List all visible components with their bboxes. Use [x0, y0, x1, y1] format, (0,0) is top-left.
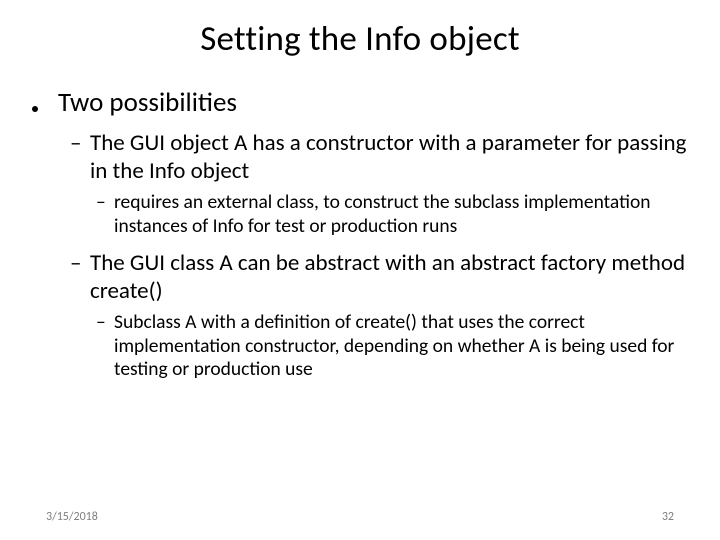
bullet-dash-icon: – — [70, 129, 90, 185]
bullet-level-2: – The GUI class A can be abstract with a… — [70, 249, 692, 305]
bullet-text: Subclass A with a definition of create()… — [114, 311, 692, 382]
bullet-level-2: – The GUI object A has a constructor wit… — [70, 129, 692, 185]
bullet-text: The GUI object A has a constructor with … — [90, 129, 692, 185]
bullet-text: Two possibilities — [58, 86, 237, 123]
bullet-level-3: – requires an external class, to constru… — [96, 191, 692, 239]
bullet-text: The GUI class A can be abstract with an … — [90, 249, 692, 305]
footer-page-number: 32 — [662, 510, 674, 524]
bullet-dot-icon — [32, 86, 58, 123]
bullet-dash-icon: – — [96, 191, 114, 239]
bullet-level-1: Two possibilities — [32, 86, 692, 123]
slide-body: Two possibilities – The GUI object A has… — [28, 86, 692, 382]
footer-date: 3/15/2018 — [46, 510, 98, 524]
bullet-text: requires an external class, to construct… — [114, 191, 692, 239]
slide-title: Setting the Info object — [28, 18, 692, 60]
slide-footer: 3/15/2018 32 — [0, 510, 720, 524]
bullet-dash-icon: – — [96, 311, 114, 382]
slide: Setting the Info object Two possibilitie… — [0, 0, 720, 540]
bullet-dash-icon: – — [70, 249, 90, 305]
bullet-level-3: – Subclass A with a definition of create… — [96, 311, 692, 382]
